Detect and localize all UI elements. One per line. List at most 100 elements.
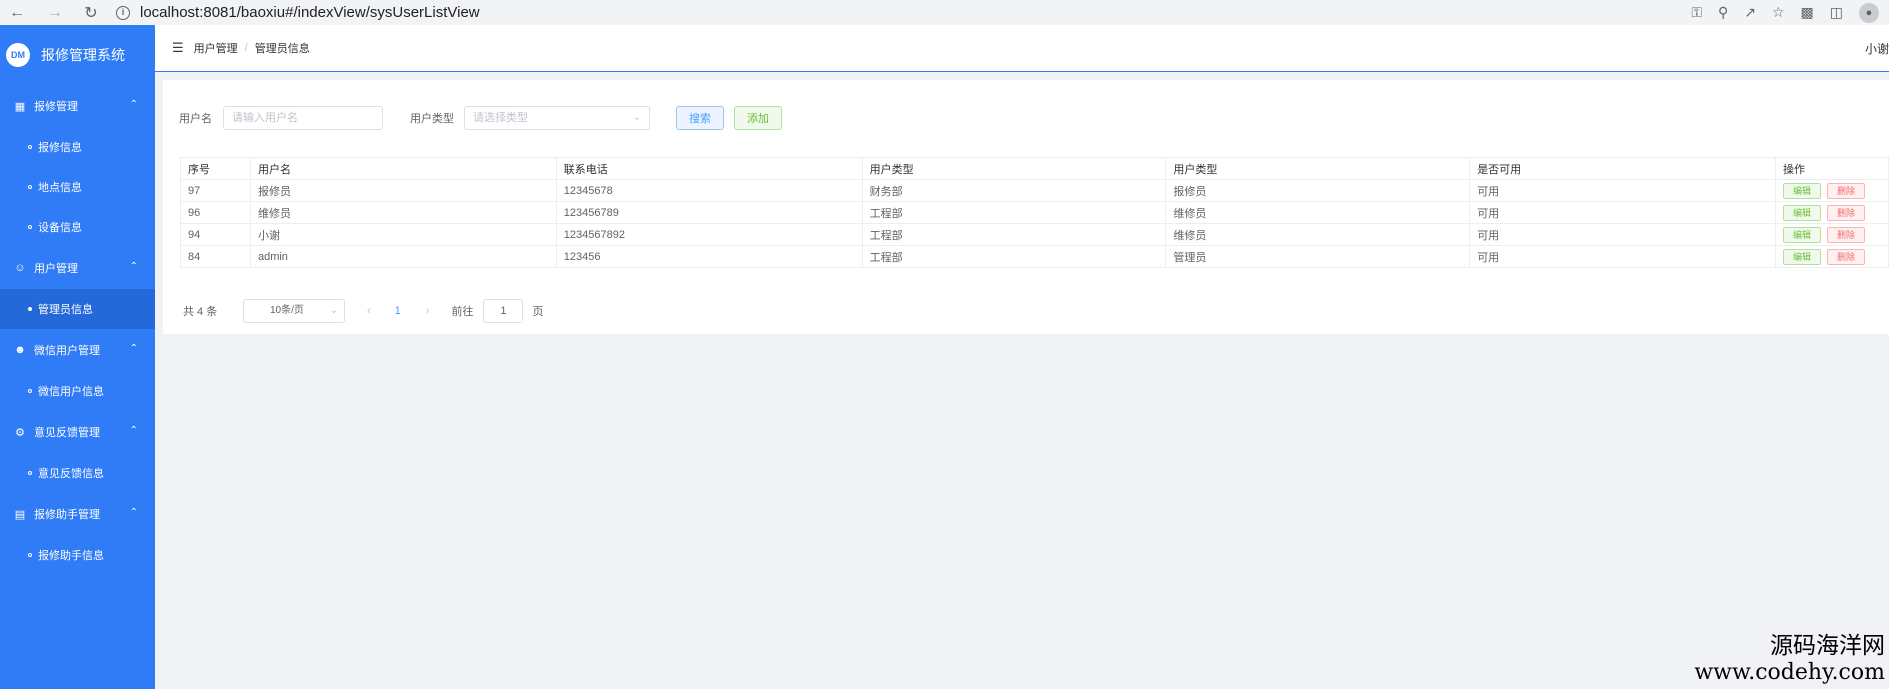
actions-cell: 编辑 删除: [1775, 223, 1889, 246]
user-name[interactable]: 小谢: [1865, 40, 1889, 57]
sidebar: DM 报修管理系统 ▦ 报修管理 ⌃ 报修信息 地点信息 设备信息 ☺ 用户管理…: [0, 25, 155, 689]
menu-item-assistant-info[interactable]: 报修助手信息: [0, 535, 155, 575]
dot-icon: [28, 145, 32, 149]
forward-icon[interactable]: →: [44, 2, 66, 24]
menu-item-location-info[interactable]: 地点信息: [0, 167, 155, 207]
table-cell: 财务部: [862, 179, 1167, 202]
table-cell: 报修员: [1165, 179, 1471, 202]
menu-group-label: 用户管理: [34, 263, 78, 275]
delete-button[interactable]: 删除: [1826, 248, 1865, 265]
usertype-label: 用户类型: [410, 113, 454, 125]
chevron-up-icon: ⌃: [129, 261, 138, 272]
menu-group-label: 报修管理: [34, 101, 78, 113]
breadcrumb-current: 管理员信息: [254, 43, 310, 55]
add-button[interactable]: 添加: [734, 106, 782, 130]
delete-button[interactable]: 删除: [1826, 204, 1865, 221]
table-row: 97 报修员 12345678 财务部 报修员 可用 编辑 删除: [180, 179, 1889, 202]
person-icon: ☻: [14, 344, 26, 356]
column-header: 操作: [1775, 157, 1889, 180]
dot-icon: [28, 553, 32, 557]
share-icon[interactable]: ↗: [1744, 4, 1756, 21]
edit-button[interactable]: 编辑: [1782, 182, 1821, 199]
menu-toggle-icon[interactable]: ☰: [172, 40, 184, 56]
table-cell: 96: [180, 201, 251, 224]
search-button[interactable]: 搜索: [676, 106, 724, 130]
menu-group-users[interactable]: ☺ 用户管理 ⌃: [0, 247, 155, 289]
zoom-icon[interactable]: ⚲: [1718, 4, 1728, 21]
edit-button[interactable]: 编辑: [1782, 226, 1821, 243]
table-cell: 可用: [1469, 245, 1776, 268]
logo-badge: DM: [6, 43, 30, 67]
menu-item-repair-info[interactable]: 报修信息: [0, 127, 155, 167]
username-input[interactable]: 请输入用户名: [223, 106, 383, 130]
edit-button[interactable]: 编辑: [1782, 248, 1821, 265]
delete-button[interactable]: 删除: [1826, 182, 1865, 199]
menu-item-device-info[interactable]: 设备信息: [0, 207, 155, 247]
menu-group-repair[interactable]: ▦ 报修管理 ⌃: [0, 85, 155, 127]
menu-item-label: 管理员信息: [38, 304, 93, 316]
edit-button[interactable]: 编辑: [1782, 204, 1821, 221]
table-row: 94 小谢 1234567892 工程部 维修员 可用 编辑 删除: [180, 223, 1889, 246]
table-cell: 1234567892: [556, 223, 863, 246]
main-card: 用户名 请输入用户名 用户类型 请选择类型 ⌄ 搜索 添加 序号 用户名 联系电…: [163, 80, 1889, 334]
actions-cell: 编辑 删除: [1775, 201, 1889, 224]
table-cell: admin: [250, 245, 557, 268]
menu-item-admin-info[interactable]: 管理员信息: [0, 289, 155, 329]
site-info-icon[interactable]: i: [116, 5, 130, 20]
pagination: 共 4 条 10条/页 ⌄ ‹ 1 › 前往 1 页: [183, 299, 543, 323]
profile-icon[interactable]: ●: [1859, 2, 1879, 23]
next-page-icon[interactable]: ›: [426, 305, 430, 317]
page-size-select[interactable]: 10条/页 ⌄: [243, 299, 345, 323]
key-icon[interactable]: ⚿: [1691, 4, 1702, 21]
actions-cell: 编辑 删除: [1775, 245, 1889, 268]
watermark-title: 源码海洋网: [1770, 633, 1885, 659]
reload-icon[interactable]: ↻: [80, 2, 102, 24]
url-text[interactable]: localhost:8081/baoxiu#/indexView/sysUser…: [140, 4, 480, 21]
logo[interactable]: DM 报修管理系统: [0, 25, 155, 85]
back-icon[interactable]: ←: [6, 2, 28, 24]
goto-page-input[interactable]: 1: [483, 299, 524, 323]
table-cell: 工程部: [862, 201, 1167, 224]
column-header: 联系电话: [556, 157, 863, 180]
menu-group-label: 微信用户管理: [34, 345, 100, 357]
table-cell: 可用: [1469, 201, 1776, 224]
table-cell: 维修员: [250, 201, 557, 224]
chevron-up-icon: ⌃: [129, 99, 138, 110]
menu-group-assistant[interactable]: ▤ 报修助手管理 ⌃: [0, 493, 155, 535]
usertype-select[interactable]: 请选择类型 ⌄: [464, 106, 650, 130]
menu-group-wechat-users[interactable]: ☻ 微信用户管理 ⌃: [0, 329, 155, 371]
menu-item-feedback-info[interactable]: 意见反馈信息: [0, 453, 155, 493]
menu-item-label: 报修信息: [38, 142, 82, 154]
star-icon[interactable]: ☆: [1772, 4, 1785, 21]
watermark-url: www.codehy.com: [1694, 660, 1885, 685]
extensions-icon[interactable]: ▩: [1801, 4, 1814, 21]
menu-item-wechat-user-info[interactable]: 微信用户信息: [0, 371, 155, 411]
menu-item-label: 地点信息: [38, 182, 82, 194]
menu-group-feedback[interactable]: ⚙ 意见反馈管理 ⌃: [0, 411, 155, 453]
actions-cell: 编辑 删除: [1775, 179, 1889, 202]
menu-group-label: 报修助手管理: [34, 509, 100, 521]
user-icon: ☺: [14, 262, 26, 274]
delete-button[interactable]: 删除: [1826, 226, 1865, 243]
chart-icon: ▦: [14, 100, 26, 113]
table-cell: 报修员: [250, 179, 557, 202]
table-cell: 84: [180, 245, 251, 268]
breadcrumb-parent[interactable]: 用户管理: [194, 40, 238, 56]
chevron-up-icon: ⌃: [129, 343, 138, 354]
table-cell: 123456789: [556, 201, 863, 224]
table-row: 84 admin 123456 工程部 管理员 可用 编辑 删除: [180, 245, 1889, 268]
page-number-current[interactable]: 1: [395, 305, 401, 317]
app-title: 报修管理系统: [41, 47, 125, 63]
prev-page-icon[interactable]: ‹: [367, 305, 371, 317]
usertype-placeholder: 请选择类型: [473, 112, 528, 124]
table-cell: 94: [180, 223, 251, 246]
page-suffix: 页: [532, 306, 544, 318]
address-bar[interactable]: i localhost:8081/baoxiu#/indexView/sysUs…: [116, 2, 480, 24]
table-row: 96 维修员 123456789 工程部 维修员 可用 编辑 删除: [180, 201, 1889, 224]
username-label: 用户名: [179, 113, 212, 125]
table-cell: 可用: [1469, 223, 1776, 246]
browser-toolbar: ← → ↻ i localhost:8081/baoxiu#/indexView…: [0, 0, 1889, 25]
sidepanel-icon[interactable]: ◫: [1830, 4, 1843, 21]
table-cell: 小谢: [250, 223, 557, 246]
page-size-value: 10条/页: [270, 305, 304, 316]
